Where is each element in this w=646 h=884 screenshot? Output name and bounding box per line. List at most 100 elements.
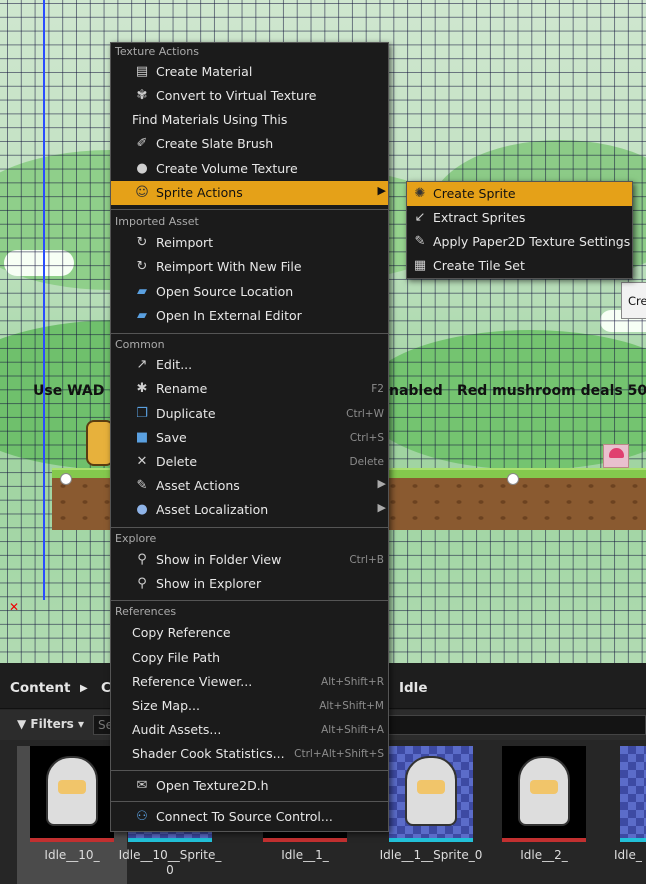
asset-label: Idle__10__Sprite_ 0 xyxy=(118,848,222,877)
menu-separator xyxy=(111,770,388,771)
asset-tile[interactable]: Idle_ xyxy=(594,746,646,884)
asset-type-stripe xyxy=(263,838,347,842)
menu-item-rename[interactable]: ✱ Rename F2 xyxy=(111,377,388,401)
asset-label: Idle__2_ xyxy=(520,848,568,862)
menu-item-show-in-folder-view[interactable]: ⚲ Show in Folder View Ctrl+B xyxy=(111,548,388,572)
menu-item-copy-file-path[interactable]: Copy File Path xyxy=(111,646,388,670)
create-sprite-icon: ✺ xyxy=(414,186,426,201)
menu-item-open-source-location[interactable]: ▰ Open Source Location xyxy=(111,280,388,304)
menu-item-reimport-new-file[interactable]: ↻ Reimport With New File xyxy=(111,255,388,279)
level-hint-text: nabled xyxy=(389,383,443,399)
crumb-current[interactable]: Idle xyxy=(399,680,427,696)
x-axis-marker: ✕ xyxy=(9,600,20,614)
external-editor-icon: ▰ xyxy=(137,308,147,323)
menu-item-create-slate-brush[interactable]: ✐ Create Slate Brush xyxy=(111,132,388,156)
delete-icon: ✕ xyxy=(136,454,148,469)
asset-type-stripe xyxy=(502,838,586,842)
tileset-icon: ▦ xyxy=(413,258,427,273)
menu-separator xyxy=(111,209,388,210)
asset-type-stripe xyxy=(30,838,114,842)
asset-label: Idle_ xyxy=(614,848,642,862)
asset-thumbnail xyxy=(389,746,473,838)
menu-item-open-external-editor[interactable]: ▰ Open In External Editor xyxy=(111,304,388,328)
menu-item-save[interactable]: ■ Save Ctrl+S xyxy=(111,426,388,450)
menu-item-create-sprite[interactable]: ✺ Create Sprite xyxy=(407,182,632,206)
section-header: Explore xyxy=(115,532,157,545)
submenu-arrow-icon: ▶ xyxy=(377,184,386,197)
asset-type-stripe xyxy=(128,838,212,842)
sprite-icon: ☺ xyxy=(135,185,149,200)
y-axis-line xyxy=(43,0,45,600)
menu-item-asset-localization[interactable]: ● Asset Localization ▶ xyxy=(111,498,388,522)
section-header: References xyxy=(115,605,177,618)
asset-tile[interactable]: Idle__2_ xyxy=(489,746,599,884)
globe-icon: ● xyxy=(136,502,148,517)
menu-item-convert-virtual-texture[interactable]: ✾ Convert to Virtual Texture xyxy=(111,84,388,108)
sphere-icon: ● xyxy=(136,161,148,176)
menu-item-reference-viewer[interactable]: Reference Viewer... Alt+Shift+R xyxy=(111,670,388,694)
magnifier-icon: ⚲ xyxy=(137,576,147,591)
chevron-down-icon: ▾ xyxy=(77,717,84,731)
menu-item-create-material[interactable]: ▤ Create Material xyxy=(111,60,388,84)
reimport-icon: ↻ xyxy=(136,235,148,250)
menu-item-delete[interactable]: ✕ Delete Delete xyxy=(111,450,388,474)
menu-item-copy-reference[interactable]: Copy Reference xyxy=(111,621,388,645)
wrench-icon: ✎ xyxy=(136,478,148,493)
material-icon: ▤ xyxy=(135,64,149,79)
reimport-icon: ↻ xyxy=(136,259,148,274)
section-header: Imported Asset xyxy=(115,215,199,228)
level-hint-text: Red mushroom deals 50 d xyxy=(457,383,646,399)
menu-item-duplicate[interactable]: ❐ Duplicate Ctrl+W xyxy=(111,402,388,426)
filters-button[interactable]: ▼ Filters ▾ xyxy=(17,717,84,731)
pivot-point[interactable] xyxy=(60,473,72,485)
asset-context-menu: Texture Actions ▤ Create Material ✾ Conv… xyxy=(110,42,389,832)
save-icon: ■ xyxy=(135,430,149,445)
asset-thumbnail xyxy=(30,746,114,838)
code-icon: ✉ xyxy=(136,778,148,793)
red-mushroom[interactable] xyxy=(603,444,629,468)
menu-item-reimport[interactable]: ↻ Reimport xyxy=(111,231,388,255)
menu-item-create-volume-texture[interactable]: ● Create Volume Texture xyxy=(111,157,388,181)
magnifier-icon: ⚲ xyxy=(137,552,147,567)
menu-item-open-texture2d-header[interactable]: ✉ Open Texture2D.h xyxy=(111,774,388,798)
crumb-separator-icon[interactable]: ▶ xyxy=(80,683,88,694)
virtual-texture-icon: ✾ xyxy=(136,88,148,103)
duplicate-icon: ❐ xyxy=(136,406,148,421)
pivot-point[interactable] xyxy=(507,473,519,485)
menu-item-show-in-explorer[interactable]: ⚲ Show in Explorer xyxy=(111,572,388,596)
asset-tile[interactable]: Idle__1__Sprite_0 xyxy=(376,746,486,884)
menu-separator xyxy=(111,527,388,528)
menu-item-asset-actions[interactable]: ✎ Asset Actions ▶ xyxy=(111,474,388,498)
menu-separator xyxy=(111,801,388,802)
menu-item-apply-paper2d-settings[interactable]: ✎ Apply Paper2D Texture Settings xyxy=(407,230,632,254)
level-hint-text: Use WAD c xyxy=(33,383,118,399)
menu-separator xyxy=(111,600,388,601)
paper2d-icon: ✎ xyxy=(414,234,426,249)
submenu-arrow-icon: ▶ xyxy=(377,501,386,514)
asset-type-stripe xyxy=(620,838,646,842)
menu-item-connect-source-control[interactable]: ⚇ Connect To Source Control... xyxy=(111,805,388,829)
brush-icon: ✐ xyxy=(136,136,148,151)
section-header: Common xyxy=(115,338,165,351)
menu-item-shader-cook-statistics[interactable]: Shader Cook Statistics... Ctrl+Alt+Shift… xyxy=(111,742,388,766)
menu-item-find-materials[interactable]: Find Materials Using This xyxy=(111,108,388,132)
asset-label: Idle__10_ xyxy=(44,848,100,862)
edit-icon: ↗ xyxy=(136,357,148,372)
submenu-arrow-icon: ▶ xyxy=(377,477,386,490)
source-control-icon: ⚇ xyxy=(136,809,148,824)
asset-type-stripe xyxy=(389,838,473,842)
menu-item-create-tile-set[interactable]: ▦ Create Tile Set xyxy=(407,254,632,278)
menu-item-edit[interactable]: ↗ Edit... xyxy=(111,353,388,377)
rename-icon: ✱ xyxy=(136,381,148,396)
section-header: Texture Actions xyxy=(115,45,199,58)
extract-sprites-icon: ↙ xyxy=(414,210,426,225)
menu-item-extract-sprites[interactable]: ↙ Extract Sprites xyxy=(407,206,632,230)
crumb-content[interactable]: Content xyxy=(10,680,70,696)
menu-item-sprite-actions[interactable]: ☺ Sprite Actions ▶ xyxy=(111,181,388,205)
menu-item-size-map[interactable]: Size Map... Alt+Shift+M xyxy=(111,694,388,718)
tooltip: Cre xyxy=(621,282,646,319)
asset-thumbnail xyxy=(502,746,586,838)
menu-item-audit-assets[interactable]: Audit Assets... Alt+Shift+A xyxy=(111,718,388,742)
sprite-actions-submenu: ✺ Create Sprite ↙ Extract Sprites ✎ Appl… xyxy=(406,181,633,279)
asset-label: Idle__1_ xyxy=(281,848,329,862)
